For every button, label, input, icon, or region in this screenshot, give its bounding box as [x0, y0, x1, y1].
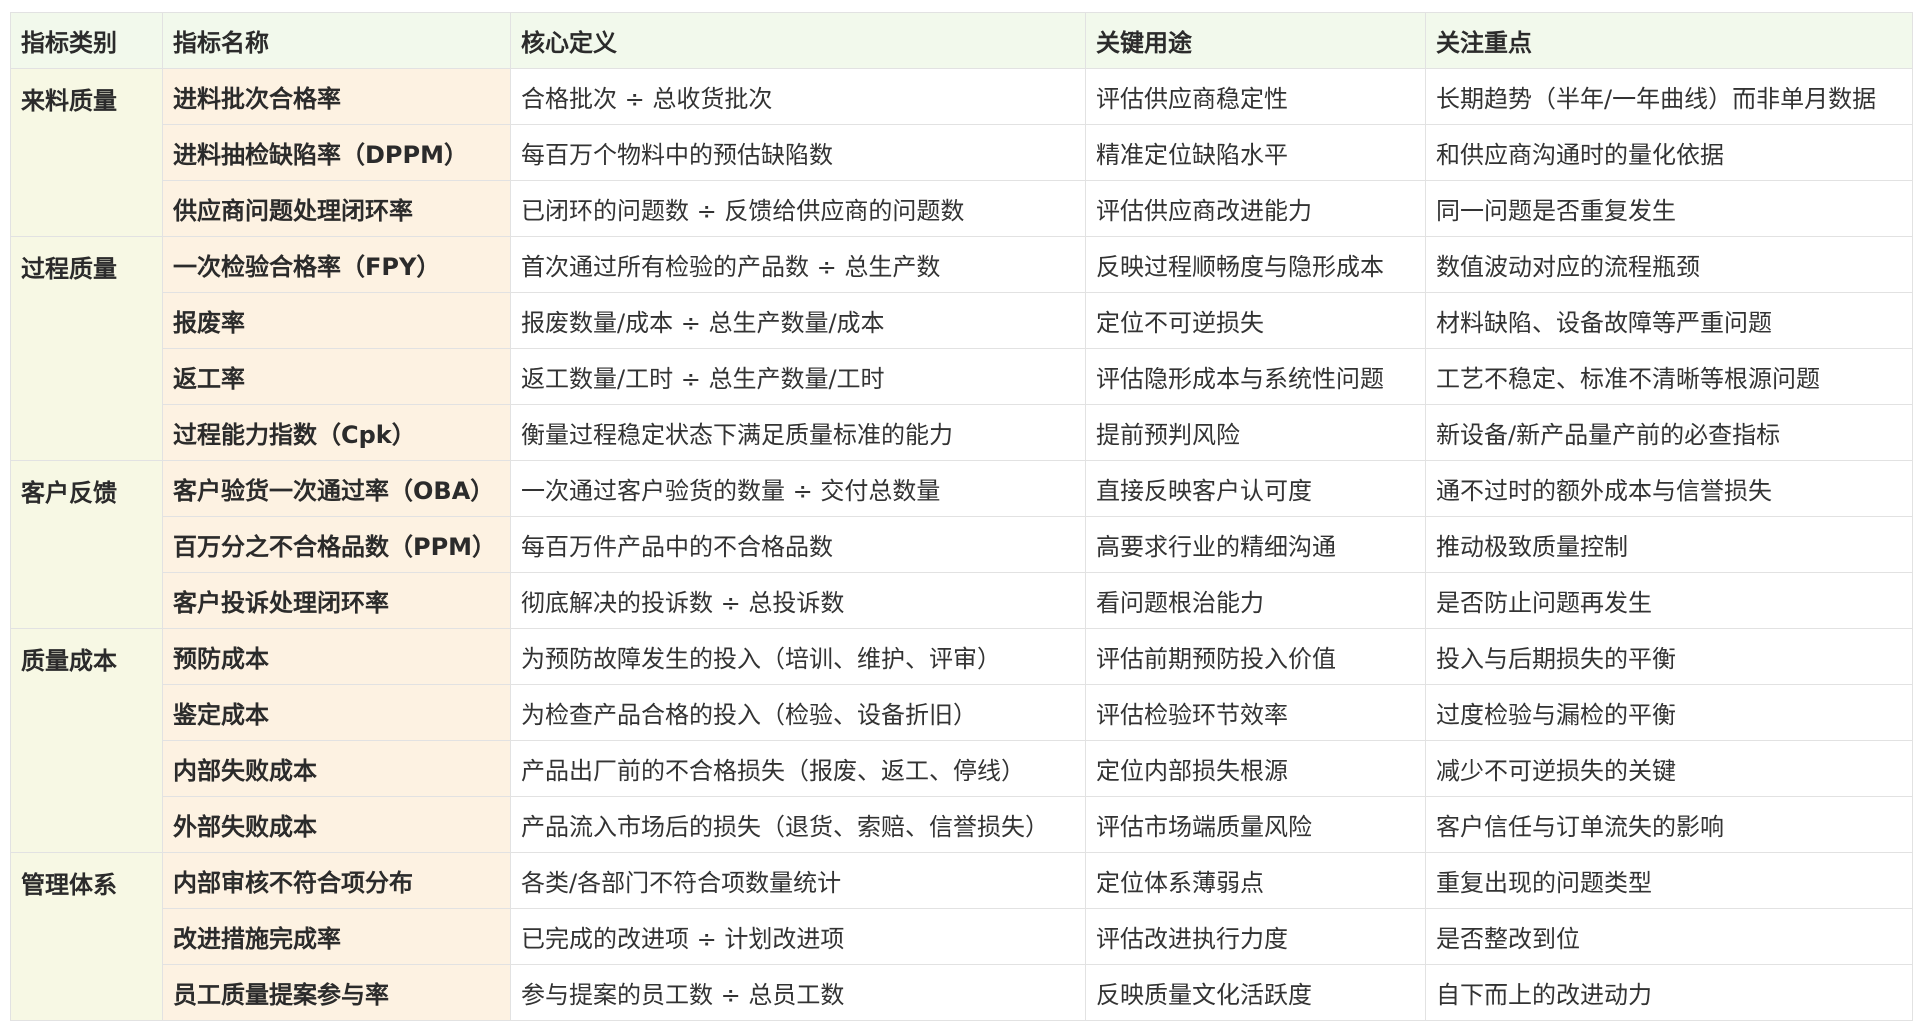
focus-point-cell: 同一问题是否重复发生 [1425, 180, 1913, 237]
category-cell: 管理体系 [10, 852, 163, 1021]
core-definition-cell: 已闭环的问题数 ÷ 反馈给供应商的问题数 [510, 180, 1086, 237]
category-cell: 来料质量 [10, 68, 163, 237]
indicator-name-cell: 进料抽检缺陷率（DPPM） [162, 124, 511, 181]
focus-point-cell: 工艺不稳定、标准不清晰等根源问题 [1425, 348, 1913, 405]
focus-point-cell: 是否防止问题再发生 [1425, 572, 1913, 629]
indicator-name-cell: 客户验货一次通过率（OBA） [162, 460, 511, 517]
core-definition-cell: 衡量过程稳定状态下满足质量标准的能力 [510, 404, 1086, 461]
indicator-name-cell: 客户投诉处理闭环率 [162, 572, 511, 629]
core-definition-cell: 产品流入市场后的损失（退货、索赔、信誉损失） [510, 796, 1086, 853]
key-use-cell: 评估改进执行力度 [1085, 908, 1426, 965]
table-header-row: 指标类别 指标名称 核心定义 关键用途 关注重点 [10, 12, 1913, 69]
focus-point-cell: 自下而上的改进动力 [1425, 964, 1913, 1021]
indicator-name-cell: 预防成本 [162, 628, 511, 685]
table-row: 百万分之不合格品数（PPM） 每百万件产品中的不合格品数 高要求行业的精细沟通 推动极… [11, 516, 1913, 573]
core-definition-cell: 为检查产品合格的投入（检验、设备折旧） [510, 684, 1086, 741]
focus-point-cell: 和供应商沟通时的量化依据 [1425, 124, 1913, 181]
focus-point-cell: 客户信任与订单流失的影响 [1425, 796, 1913, 853]
focus-point-cell: 推动极致质量控制 [1425, 516, 1913, 573]
core-definition-cell: 参与提案的员工数 ÷ 总员工数 [510, 964, 1086, 1021]
table-row: 客户反馈 客户验货一次通过率（OBA） 一次通过客户验货的数量 ÷ 交付总数量 直接反… [10, 460, 1913, 629]
focus-point-cell: 是否整改到位 [1425, 908, 1913, 965]
key-use-cell: 评估隐形成本与系统性问题 [1085, 348, 1426, 405]
core-definition-cell: 彻底解决的投诉数 ÷ 总投诉数 [510, 572, 1086, 629]
core-definition-cell: 每百万件产品中的不合格品数 [510, 516, 1086, 573]
header-indicator-name: 指标名称 [162, 12, 511, 69]
key-use-cell: 看问题根治能力 [1085, 572, 1426, 629]
key-use-cell: 评估前期预防投入价值 [1085, 628, 1426, 685]
indicator-name-cell: 内部失败成本 [162, 740, 511, 797]
key-use-cell: 反映质量文化活跃度 [1085, 964, 1426, 1021]
key-use-cell: 定位内部损失根源 [1085, 740, 1426, 797]
header-focus-point: 关注重点 [1425, 12, 1913, 69]
table-row: 返工率 返工数量/工时 ÷ 总生产数量/工时 评估隐形成本与系统性问题 工艺不稳定、标… [11, 348, 1913, 405]
key-use-cell: 评估检验环节效率 [1085, 684, 1426, 741]
header-key-use: 关键用途 [1085, 12, 1426, 69]
key-use-cell: 定位体系薄弱点 [1085, 852, 1426, 909]
table-row: 鉴定成本 为检查产品合格的投入（检验、设备折旧） 评估检验环节效率 过度检验与漏检的平… [11, 684, 1913, 741]
header-core-definition: 核心定义 [510, 12, 1086, 69]
table-row: 报废率 报废数量/成本 ÷ 总生产数量/成本 定位不可逆损失 材料缺陷、设备故障等严重… [11, 292, 1913, 349]
header-category: 指标类别 [10, 12, 163, 69]
indicator-name-cell: 改进措施完成率 [162, 908, 511, 965]
core-definition-cell: 产品出厂前的不合格损失（报废、返工、停线） [510, 740, 1086, 797]
focus-point-cell: 通不过时的额外成本与信誉损失 [1425, 460, 1913, 517]
table-row: 质量成本 预防成本 为预防故障发生的投入（培训、维护、评审） 评估前期预防投入价值 投入… [10, 628, 1913, 853]
focus-point-cell: 数值波动对应的流程瓶颈 [1425, 236, 1913, 293]
key-use-cell: 高要求行业的精细沟通 [1085, 516, 1426, 573]
focus-point-cell: 过度检验与漏检的平衡 [1425, 684, 1913, 741]
key-use-cell: 提前预判风险 [1085, 404, 1426, 461]
table-row: 员工质量提案参与率 参与提案的员工数 ÷ 总员工数 反映质量文化活跃度 自下而上的改进… [11, 964, 1913, 1021]
core-definition-cell: 一次通过客户验货的数量 ÷ 交付总数量 [510, 460, 1086, 517]
indicator-name-cell: 报废率 [162, 292, 511, 349]
table-row: 来料质量 进料批次合格率 合格批次 ÷ 总收货批次 评估供应商稳定性 长期趋势（半年/一… [10, 68, 1913, 237]
focus-point-cell: 材料缺陷、设备故障等严重问题 [1425, 292, 1913, 349]
table-row: 管理体系 内部审核不符合项分布 各类/各部门不符合项数量统计 定位体系薄弱点 重复出现的… [10, 852, 1913, 1021]
table-row: 外部失败成本 产品流入市场后的损失（退货、索赔、信誉损失） 评估市场端质量风险 客户信… [11, 796, 1913, 853]
indicator-name-cell: 鉴定成本 [162, 684, 511, 741]
category-cell: 客户反馈 [10, 460, 163, 629]
table-row: 进料抽检缺陷率（DPPM） 每百万个物料中的预估缺陷数 精准定位缺陷水平 和供应商沟通… [11, 124, 1913, 181]
indicator-name-cell: 百万分之不合格品数（PPM） [162, 516, 511, 573]
category-cell: 过程质量 [10, 236, 163, 461]
indicator-name-cell: 员工质量提案参与率 [162, 964, 511, 1021]
core-definition-cell: 返工数量/工时 ÷ 总生产数量/工时 [510, 348, 1086, 405]
indicator-name-cell: 外部失败成本 [162, 796, 511, 853]
table-body: 来料质量 进料批次合格率 合格批次 ÷ 总收货批次 评估供应商稳定性 长期趋势（半年/一… [10, 68, 1913, 1021]
core-definition-cell: 报废数量/成本 ÷ 总生产数量/成本 [510, 292, 1086, 349]
focus-point-cell: 投入与后期损失的平衡 [1425, 628, 1913, 685]
key-use-cell: 定位不可逆损失 [1085, 292, 1426, 349]
key-use-cell: 直接反映客户认可度 [1085, 460, 1426, 517]
quality-indicator-table-container: 指标类别 指标名称 核心定义 关键用途 关注重点 来料质量 进料批次合格率 合格批次… [10, 12, 1913, 1021]
focus-point-cell: 新设备/新产品量产前的必查指标 [1425, 404, 1913, 461]
core-definition-cell: 为预防故障发生的投入（培训、维护、评审） [510, 628, 1086, 685]
key-use-cell: 反映过程顺畅度与隐形成本 [1085, 236, 1426, 293]
table-row: 内部失败成本 产品出厂前的不合格损失（报废、返工、停线） 定位内部损失根源 减少不可逆… [11, 740, 1913, 797]
indicator-name-cell: 进料批次合格率 [162, 68, 511, 125]
key-use-cell: 精准定位缺陷水平 [1085, 124, 1426, 181]
indicator-name-cell: 返工率 [162, 348, 511, 405]
indicator-name-cell: 一次检验合格率（FPY） [162, 236, 511, 293]
category-cell: 质量成本 [10, 628, 163, 853]
indicator-name-cell: 过程能力指数（Cpk） [162, 404, 511, 461]
quality-indicator-table: 指标类别 指标名称 核心定义 关键用途 关注重点 来料质量 进料批次合格率 合格批次… [10, 12, 1913, 1021]
core-definition-cell: 每百万个物料中的预估缺陷数 [510, 124, 1086, 181]
key-use-cell: 评估供应商改进能力 [1085, 180, 1426, 237]
table-row: 改进措施完成率 已完成的改进项 ÷ 计划改进项 评估改进执行力度 是否整改到位 [11, 908, 1913, 965]
indicator-name-cell: 内部审核不符合项分布 [162, 852, 511, 909]
focus-point-cell: 减少不可逆损失的关键 [1425, 740, 1913, 797]
key-use-cell: 评估供应商稳定性 [1085, 68, 1426, 125]
focus-point-cell: 长期趋势（半年/一年曲线）而非单月数据 [1425, 68, 1913, 125]
core-definition-cell: 各类/各部门不符合项数量统计 [510, 852, 1086, 909]
core-definition-cell: 已完成的改进项 ÷ 计划改进项 [510, 908, 1086, 965]
table-row: 供应商问题处理闭环率 已闭环的问题数 ÷ 反馈给供应商的问题数 评估供应商改进能力同… [11, 180, 1913, 237]
table-row: 客户投诉处理闭环率 彻底解决的投诉数 ÷ 总投诉数 看问题根治能力 是否防止问题再发生 [11, 572, 1913, 629]
indicator-name-cell: 供应商问题处理闭环率 [162, 180, 511, 237]
table-row: 过程质量 一次检验合格率（FPY） 首次通过所有检验的产品数 ÷ 总生产数 反映过程顺… [10, 236, 1913, 461]
focus-point-cell: 重复出现的问题类型 [1425, 852, 1913, 909]
key-use-cell: 评估市场端质量风险 [1085, 796, 1426, 853]
core-definition-cell: 合格批次 ÷ 总收货批次 [510, 68, 1086, 125]
core-definition-cell: 首次通过所有检验的产品数 ÷ 总生产数 [510, 236, 1086, 293]
table-row: 过程能力指数（Cpk） 衡量过程稳定状态下满足质量标准的能力 提前预判风险 新设备/新… [11, 404, 1913, 461]
